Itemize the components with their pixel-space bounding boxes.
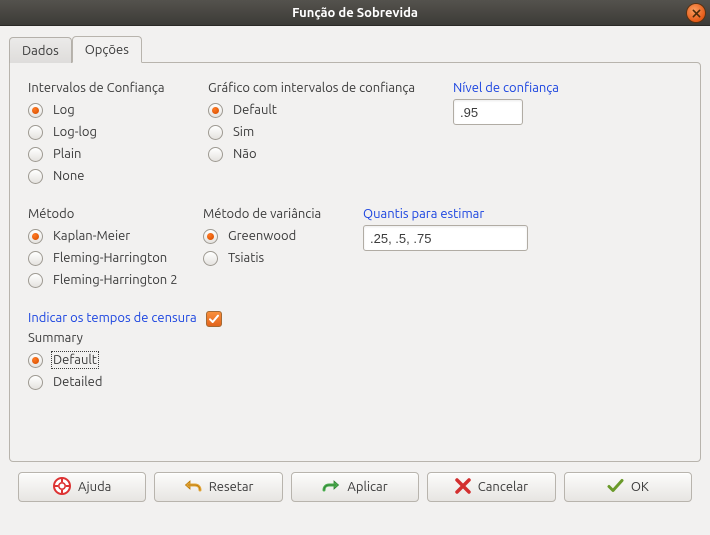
radio-summary-default[interactable]: Default — [28, 349, 682, 371]
tab-label: Opções — [85, 43, 129, 57]
quantiles-input[interactable] — [363, 225, 528, 251]
radio-label: None — [53, 169, 85, 183]
button-label: Aplicar — [347, 480, 387, 494]
group-censor: Indicar os tempos de censura — [28, 311, 682, 327]
radio-conf-plot-default[interactable]: Default — [208, 99, 453, 121]
radio-label: Log — [53, 103, 75, 117]
group-label: Nível de confiança — [453, 81, 559, 95]
ok-check-icon — [607, 478, 624, 497]
tabs-row: Dados Opções — [9, 35, 701, 62]
radio-icon — [208, 103, 223, 118]
radio-summary-detailed[interactable]: Detailed — [28, 371, 682, 393]
radio-icon — [28, 251, 43, 266]
help-button[interactable]: Ajuda — [18, 472, 146, 502]
radio-method-km[interactable]: Kaplan-Meier — [28, 225, 203, 247]
tab-panel-opcoes: Intervalos de Confiança Log Log-log Plai… — [9, 62, 701, 462]
radio-label: Log-log — [53, 125, 97, 139]
reset-button[interactable]: Resetar — [154, 472, 282, 502]
group-method: Método Kaplan-Meier Fleming-Harrington F… — [28, 207, 203, 291]
group-label: Método de variância — [203, 207, 363, 221]
conf-level-input[interactable] — [453, 99, 523, 125]
tab-opcoes[interactable]: Opções — [72, 36, 142, 63]
radio-icon — [28, 147, 43, 162]
radio-icon — [208, 125, 223, 140]
radio-icon — [208, 147, 223, 162]
radio-conf-int-log[interactable]: Log — [28, 99, 208, 121]
radio-conf-int-loglog[interactable]: Log-log — [28, 121, 208, 143]
check-icon — [208, 313, 220, 325]
radio-label: Sim — [233, 125, 254, 139]
radio-var-greenwood[interactable]: Greenwood — [203, 225, 363, 247]
window-title: Função de Sobrevida — [292, 6, 418, 20]
group-var-method: Método de variância Greenwood Tsiatis — [203, 207, 363, 269]
group-label: Quantis para estimar — [363, 207, 543, 221]
radio-conf-int-plain[interactable]: Plain — [28, 143, 208, 165]
radio-label: Kaplan-Meier — [53, 229, 130, 243]
window-body: Dados Opções Intervalos de Confiança Log… — [0, 26, 710, 511]
radio-label: Default — [233, 103, 277, 117]
radio-icon — [28, 375, 43, 390]
button-row: Ajuda Resetar Aplicar — [9, 462, 701, 502]
radio-conf-plot-nao[interactable]: Não — [208, 143, 453, 165]
group-conf-plot: Gráfico com intervalos de confiança Defa… — [208, 81, 453, 165]
radio-conf-plot-sim[interactable]: Sim — [208, 121, 453, 143]
radio-icon — [28, 273, 43, 288]
radio-conf-int-none[interactable]: None — [28, 165, 208, 187]
radio-label: Detailed — [53, 375, 102, 389]
group-label: Gráfico com intervalos de confiança — [208, 81, 453, 95]
radio-icon — [28, 229, 43, 244]
forward-arrow-icon — [322, 478, 340, 497]
censor-label: Indicar os tempos de censura — [28, 311, 197, 325]
help-icon — [53, 477, 71, 498]
button-label: Resetar — [209, 480, 254, 494]
group-label: Método — [28, 207, 203, 221]
group-summary: Summary Default Detailed — [28, 331, 682, 393]
button-label: Cancelar — [478, 480, 528, 494]
undo-arrow-icon — [184, 478, 202, 497]
radio-icon — [28, 103, 43, 118]
radio-label: Fleming-Harrington — [53, 251, 167, 265]
radio-method-fh[interactable]: Fleming-Harrington — [28, 247, 203, 269]
titlebar: Função de Sobrevida — [0, 0, 710, 26]
radio-label: Default — [53, 353, 97, 367]
radio-icon — [203, 229, 218, 244]
radio-label: Tsiatis — [228, 251, 264, 265]
radio-icon — [28, 169, 43, 184]
group-label: Summary — [28, 331, 682, 345]
radio-var-tsiatis[interactable]: Tsiatis — [203, 247, 363, 269]
group-label: Intervalos de Confiança — [28, 81, 208, 95]
radio-method-fh2[interactable]: Fleming-Harrington 2 — [28, 269, 203, 291]
ok-button[interactable]: OK — [564, 472, 692, 502]
radio-icon — [203, 251, 218, 266]
button-label: Ajuda — [78, 480, 111, 494]
close-icon — [692, 9, 701, 18]
window-close-button[interactable] — [687, 4, 705, 22]
censor-checkbox[interactable] — [206, 311, 222, 327]
cancel-button[interactable]: Cancelar — [427, 472, 555, 502]
cancel-icon — [455, 478, 471, 497]
tab-label: Dados — [22, 44, 59, 58]
group-quantiles: Quantis para estimar — [363, 207, 543, 251]
radio-label: Greenwood — [228, 229, 296, 243]
button-label: OK — [631, 480, 649, 494]
radio-label: Plain — [53, 147, 81, 161]
radio-label: Fleming-Harrington 2 — [53, 273, 178, 287]
radio-icon — [28, 353, 43, 368]
group-conf-level: Nível de confiança — [453, 81, 559, 125]
radio-label: Não — [233, 147, 257, 161]
group-conf-int: Intervalos de Confiança Log Log-log Plai… — [28, 81, 208, 187]
tab-dados[interactable]: Dados — [9, 37, 72, 63]
apply-button[interactable]: Aplicar — [291, 472, 419, 502]
radio-icon — [28, 125, 43, 140]
